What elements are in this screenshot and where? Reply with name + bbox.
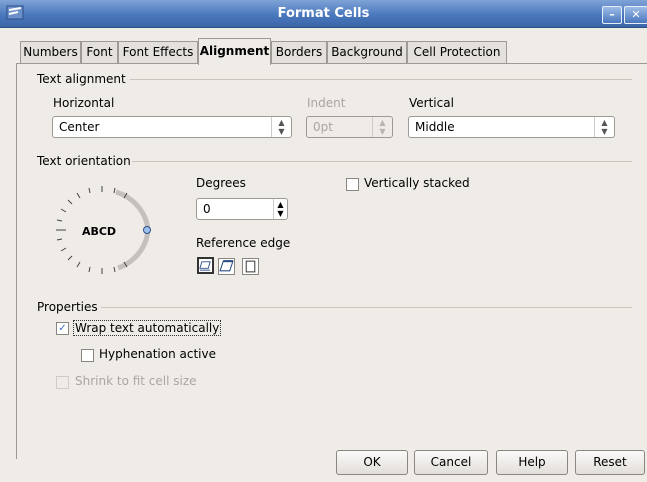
degrees-value: 0	[203, 202, 211, 216]
window-title: Format Cells	[277, 6, 370, 21]
dial-text: ABCD	[82, 225, 116, 238]
tab-font-effects[interactable]: Font Effects	[118, 41, 198, 64]
minimize-icon: –	[609, 8, 615, 21]
vertically-stacked-checkbox[interactable]	[346, 178, 359, 191]
reference-edge-top-button[interactable]	[218, 258, 235, 275]
divider	[101, 307, 632, 308]
vertical-value: Middle	[415, 120, 455, 134]
cancel-button[interactable]: Cancel	[414, 450, 488, 475]
horizontal-label: Horizontal	[53, 96, 115, 110]
spin-arrows-icon: ▲ ▼	[271, 117, 291, 137]
close-button[interactable]: ✕	[624, 6, 647, 24]
tab-numbers[interactable]: Numbers	[20, 41, 81, 64]
reference-edge-bottom-button[interactable]	[197, 257, 214, 274]
degrees-label: Degrees	[196, 176, 246, 190]
spin-arrows-icon: ▲ ▼	[372, 117, 392, 137]
edge-inside-icon	[245, 260, 256, 273]
tab-borders[interactable]: Borders	[271, 41, 327, 64]
reference-edge-inside-button[interactable]	[242, 258, 259, 275]
horizontal-value: Center	[59, 120, 100, 134]
section-properties: Properties	[37, 300, 98, 314]
edge-top-icon	[219, 260, 234, 272]
tab-cell-protection[interactable]: Cell Protection	[407, 41, 507, 64]
tab-alignment[interactable]: Alignment	[198, 38, 271, 65]
hyphenation-label: Hyphenation active	[99, 347, 216, 361]
edge-bottom-icon	[199, 261, 211, 271]
reference-edge-label: Reference edge	[196, 236, 291, 250]
reset-button[interactable]: Reset	[575, 450, 645, 475]
vertical-select[interactable]: Middle ▲ ▼	[408, 116, 615, 138]
section-text-alignment: Text alignment	[37, 72, 126, 86]
horizontal-select[interactable]: Center ▲ ▼	[52, 116, 292, 138]
indent-value: 0pt	[313, 120, 333, 134]
divider	[132, 161, 632, 162]
tab-font[interactable]: Font	[81, 41, 118, 64]
shrink-to-fit-label: Shrink to fit cell size	[75, 374, 197, 388]
divider	[130, 79, 632, 80]
vertical-label: Vertical	[409, 96, 454, 110]
shrink-to-fit-checkbox	[56, 376, 69, 389]
spin-arrows-icon: ▲ ▼	[594, 117, 614, 137]
close-icon: ✕	[631, 8, 641, 21]
wrap-text-checkbox[interactable]: ✓	[56, 322, 69, 335]
tab-background[interactable]: Background	[327, 41, 407, 64]
checkmark-icon: ✓	[58, 323, 67, 334]
section-text-orientation: Text orientation	[37, 154, 131, 168]
ok-button[interactable]: OK	[336, 450, 408, 475]
minimize-button[interactable]: –	[602, 6, 622, 24]
degrees-spinbox[interactable]: 0 ▲ ▼	[196, 198, 288, 220]
hyphenation-checkbox[interactable]	[81, 349, 94, 362]
wrap-text-label: Wrap text automatically	[73, 320, 222, 336]
indent-label: Indent	[307, 96, 346, 110]
dial-handle-icon[interactable]	[143, 226, 151, 234]
orientation-dial[interactable]: ABCD	[48, 180, 158, 280]
indent-field: 0pt ▲ ▼	[306, 116, 393, 138]
vertically-stacked-label: Vertically stacked	[364, 176, 470, 190]
help-button[interactable]: Help	[496, 450, 568, 475]
spin-arrows-icon[interactable]: ▲ ▼	[273, 199, 287, 219]
title-bar: Format Cells – ✕	[0, 0, 647, 28]
